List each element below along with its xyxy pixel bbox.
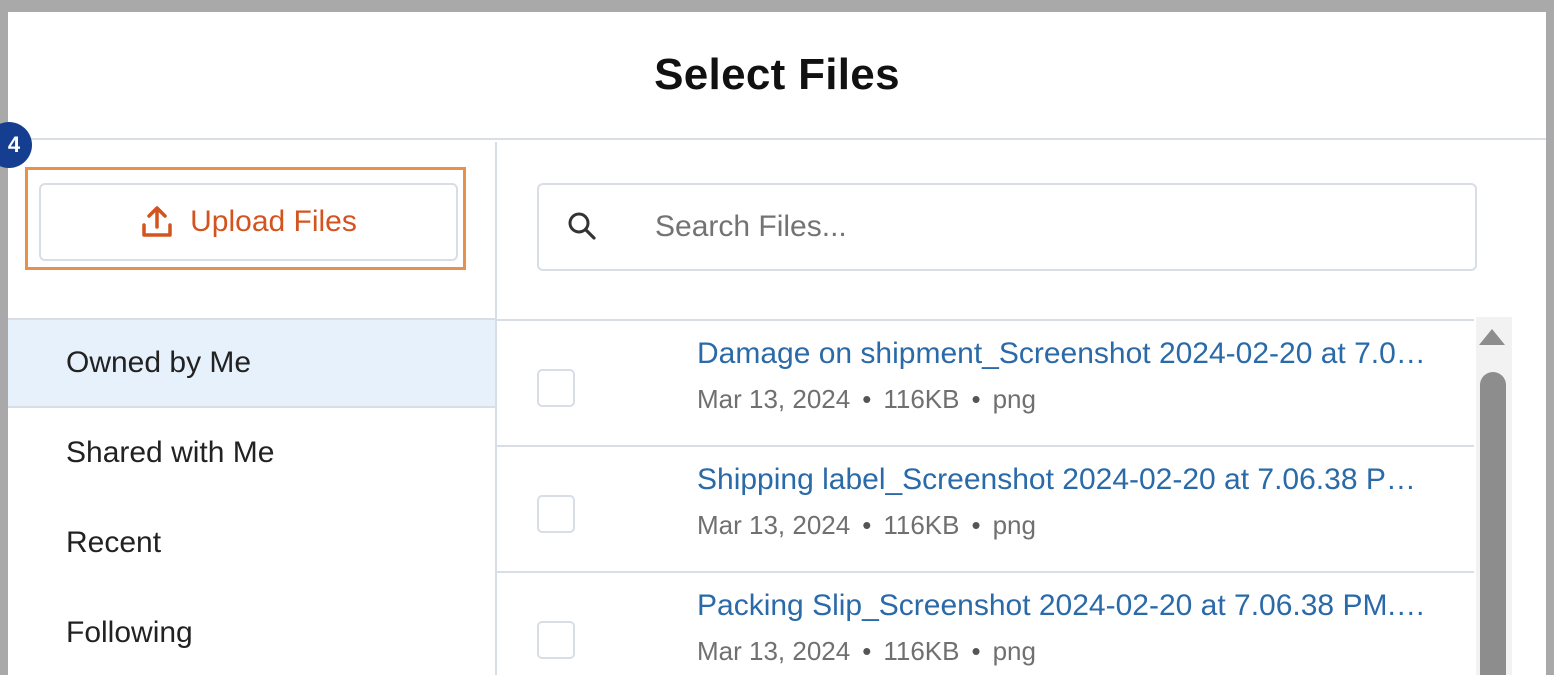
sidebar-item-label: Owned by Me xyxy=(66,346,252,379)
sidebar-item-owned-by-me[interactable]: Owned by Me xyxy=(8,318,495,408)
sidebar-item-label: Shared with Me xyxy=(66,436,275,469)
sidebar-nav: Owned by Me Shared with Me Recent Follow… xyxy=(8,318,495,675)
file-date: Mar 13, 2024 xyxy=(697,636,851,666)
separator-dot: • xyxy=(971,636,981,666)
separator-dot: • xyxy=(862,636,872,666)
file-type: png xyxy=(992,510,1036,540)
search-box xyxy=(537,183,1477,271)
file-checkbox[interactable] xyxy=(537,369,575,407)
sidebar: Upload Files Owned by Me Shared with Me … xyxy=(8,142,497,675)
file-meta: Mar 13, 2024 • 116KB • png xyxy=(697,510,1036,541)
file-name-link[interactable]: Packing Slip_Screenshot 2024-02-20 at 7.… xyxy=(697,589,1426,623)
file-date: Mar 13, 2024 xyxy=(697,510,851,540)
sidebar-item-label: Recent xyxy=(66,526,162,559)
file-size: 116KB xyxy=(883,636,960,666)
file-size: 116KB xyxy=(883,510,960,540)
file-name-link[interactable]: Damage on shipment_Screenshot 2024-02-20… xyxy=(697,337,1426,371)
file-checkbox[interactable] xyxy=(537,495,575,533)
list-item: Shipping label_Screenshot 2024-02-20 at … xyxy=(497,445,1474,571)
scroll-up-arrow-icon[interactable] xyxy=(1479,329,1505,345)
upload-files-button[interactable]: Upload Files xyxy=(39,183,458,261)
file-date: Mar 13, 2024 xyxy=(697,384,851,414)
search-input[interactable] xyxy=(655,210,1435,244)
separator-dot: • xyxy=(862,510,872,540)
file-checkbox[interactable] xyxy=(537,621,575,659)
upload-icon xyxy=(142,206,172,237)
separator-dot: • xyxy=(971,510,981,540)
file-type: png xyxy=(992,384,1036,414)
sidebar-item-recent[interactable]: Recent xyxy=(8,498,495,588)
scrollbar-thumb[interactable] xyxy=(1480,372,1506,675)
file-meta: Mar 13, 2024 • 116KB • png xyxy=(697,384,1036,415)
file-meta: Mar 13, 2024 • 116KB • png xyxy=(697,636,1036,667)
list-item: Packing Slip_Screenshot 2024-02-20 at 7.… xyxy=(497,571,1474,675)
file-browser: Damage on shipment_Screenshot 2024-02-20… xyxy=(497,142,1546,675)
modal-title: Select Files xyxy=(654,50,900,99)
sidebar-item-shared-with-me[interactable]: Shared with Me xyxy=(8,408,495,498)
search-icon xyxy=(568,212,596,240)
upload-files-label: Upload Files xyxy=(190,205,357,238)
separator-dot: • xyxy=(862,384,872,414)
sidebar-item-label: Following xyxy=(66,616,193,649)
file-list: Damage on shipment_Screenshot 2024-02-20… xyxy=(497,319,1474,675)
list-item: Damage on shipment_Screenshot 2024-02-20… xyxy=(497,319,1474,445)
file-size: 116KB xyxy=(883,384,960,414)
sidebar-item-following[interactable]: Following xyxy=(8,588,495,675)
file-name-link[interactable]: Shipping label_Screenshot 2024-02-20 at … xyxy=(697,463,1416,497)
select-files-modal: Select Files Upload Files Owned by Me Sh… xyxy=(8,12,1546,675)
separator-dot: • xyxy=(971,384,981,414)
file-type: png xyxy=(992,636,1036,666)
modal-header: Select Files xyxy=(8,12,1546,140)
